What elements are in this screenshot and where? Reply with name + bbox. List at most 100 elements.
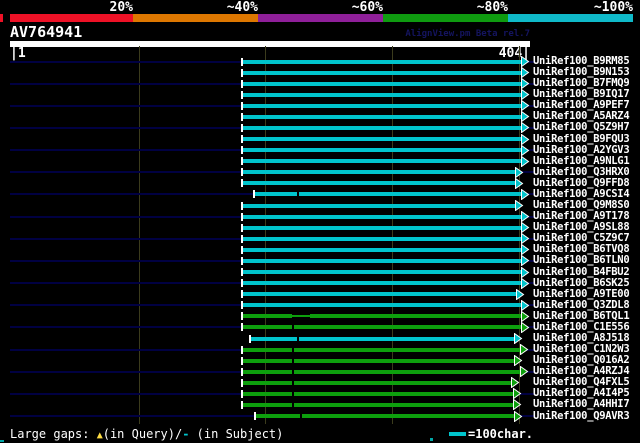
- alignment-bar[interactable]: [254, 192, 521, 197]
- gap-notch: [292, 347, 294, 352]
- identity-scale-bar: [0, 14, 640, 22]
- hit-label[interactable]: UniRef100_B6SK25: [533, 277, 640, 289]
- alignment-start-tick: [241, 345, 243, 354]
- alignment-arrowhead-icon: [511, 377, 520, 389]
- hit-label[interactable]: UniRef100_B9FQU3: [533, 133, 640, 145]
- alignment-arrowhead-icon: [521, 255, 530, 267]
- alignment-bar[interactable]: [242, 225, 521, 230]
- alignment-bar[interactable]: [242, 159, 521, 164]
- alignment-start-tick: [241, 290, 243, 299]
- scale-segment-20-40: [133, 14, 258, 22]
- alignment-bar[interactable]: [242, 292, 516, 297]
- alignment-arrowhead-icon: [515, 200, 524, 212]
- alignment-bar[interactable]: [242, 402, 513, 407]
- alignment-arrowhead-icon: [516, 288, 525, 300]
- alignment-arrowhead-icon: [520, 366, 529, 378]
- alignment-start-tick: [241, 90, 243, 99]
- alignment-bar[interactable]: [242, 92, 521, 97]
- alignment-arrowhead-icon: [521, 111, 530, 123]
- alignment-bar[interactable]: [255, 414, 514, 419]
- hit-label[interactable]: UniRef100_B6TLN0: [533, 255, 640, 266]
- alignment-bar[interactable]: [242, 347, 520, 352]
- gap-notch: [297, 192, 299, 197]
- alignment-arrowhead-icon: [520, 344, 529, 356]
- alignment-bar[interactable]: [242, 59, 521, 64]
- alignment-bar[interactable]: [310, 314, 521, 319]
- scale-segment-40-60: [258, 14, 383, 22]
- scale-label: ~100%: [593, 0, 633, 15]
- alignment-bar[interactable]: [242, 281, 521, 286]
- alignment-bar[interactable]: [242, 314, 292, 319]
- alignment-bar[interactable]: [242, 258, 521, 263]
- legend-label: Large gaps:: [10, 427, 97, 441]
- alignment-start-tick: [241, 389, 243, 398]
- alignment-arrowhead-icon: [521, 244, 530, 256]
- alignment-arrowhead-icon: [514, 410, 523, 422]
- gap-notch: [292, 391, 294, 396]
- alignment-row: UniRef100_B4FBU2: [0, 266, 640, 278]
- scale-segment-80-100: [508, 14, 633, 22]
- alignment-bar[interactable]: [250, 336, 514, 341]
- gap-notch: [292, 325, 294, 330]
- alignment-bar[interactable]: [242, 203, 515, 208]
- alignment-arrowhead-icon: [515, 177, 524, 189]
- alignment-bar[interactable]: [242, 391, 513, 396]
- alignment-start-tick: [241, 123, 243, 132]
- query-name: AV764941: [10, 23, 83, 41]
- alignment-bar[interactable]: [242, 148, 521, 153]
- alignment-arrowhead-icon: [521, 188, 530, 200]
- alignment-start-tick: [241, 279, 243, 288]
- alignment-row: UniRef100_Q9AVR3: [0, 410, 640, 422]
- alignment-start-tick: [241, 112, 243, 121]
- alignment-bar[interactable]: [242, 214, 521, 219]
- alignment-bar[interactable]: [242, 236, 521, 241]
- alignment-start-tick: [241, 135, 243, 144]
- alignment-bar[interactable]: [242, 247, 521, 252]
- alignment-bar[interactable]: [292, 315, 310, 318]
- alignment-arrowhead-icon: [514, 333, 523, 344]
- alignment-arrowhead-icon: [521, 266, 530, 278]
- alignment-bar[interactable]: [242, 369, 520, 374]
- alignment-bar[interactable]: [242, 103, 521, 108]
- alignment-bar[interactable]: [242, 358, 514, 363]
- scale-label: ~80%: [476, 0, 508, 15]
- app-credit: AlignView.pm Beta rel.7: [405, 29, 530, 39]
- hit-label[interactable]: UniRef100_Q5Z9H7: [533, 122, 640, 133]
- legend-query-gap-text: (in Query)/: [102, 427, 183, 441]
- gap-notch: [292, 369, 294, 374]
- alignment-start-tick: [241, 223, 243, 232]
- gap-notch: [292, 402, 294, 407]
- alignment-arrowhead-icon: [521, 233, 530, 245]
- alignment-bar[interactable]: [242, 125, 521, 130]
- alignment-bar[interactable]: [242, 70, 521, 75]
- alignment-arrowhead-icon: [521, 100, 530, 112]
- alignment-bar[interactable]: [242, 137, 521, 142]
- alignment-bar[interactable]: [242, 170, 515, 175]
- edge-mark: [0, 440, 4, 442]
- alignment-bar[interactable]: [242, 325, 521, 330]
- alignment-bar[interactable]: [242, 114, 521, 119]
- scale-segment-0-20: [10, 14, 133, 22]
- alignment-bar[interactable]: [242, 270, 521, 275]
- scale-unit-swatch-icon: [449, 432, 466, 436]
- alignment-arrowhead-icon: [521, 310, 530, 322]
- alignment-arrowhead-icon: [521, 133, 530, 145]
- alignment-start-tick: [241, 245, 243, 254]
- alignment-start-tick: [253, 190, 255, 199]
- alignment-start-tick: [241, 323, 243, 332]
- hit-label[interactable]: UniRef100_A2YGV3: [533, 144, 640, 156]
- alignment-bar[interactable]: [242, 303, 521, 308]
- alignment-bar[interactable]: [242, 181, 515, 186]
- hit-label[interactable]: UniRef100_B4FBU2: [533, 266, 640, 278]
- alignment-start-tick: [241, 367, 243, 376]
- alignment-bar[interactable]: [242, 380, 511, 385]
- alignment-start-tick: [241, 212, 243, 221]
- alignment-start-tick: [241, 301, 243, 310]
- alignment-bar[interactable]: [242, 81, 521, 86]
- alignment-start-tick: [241, 356, 243, 365]
- hit-label[interactable]: UniRef100_A4HHI7: [533, 399, 640, 410]
- gap-notch: [292, 358, 294, 363]
- alignment-start-tick: [241, 378, 243, 387]
- hit-label[interactable]: UniRef100_Q9AVR3: [533, 410, 640, 422]
- gap-notch: [292, 380, 294, 385]
